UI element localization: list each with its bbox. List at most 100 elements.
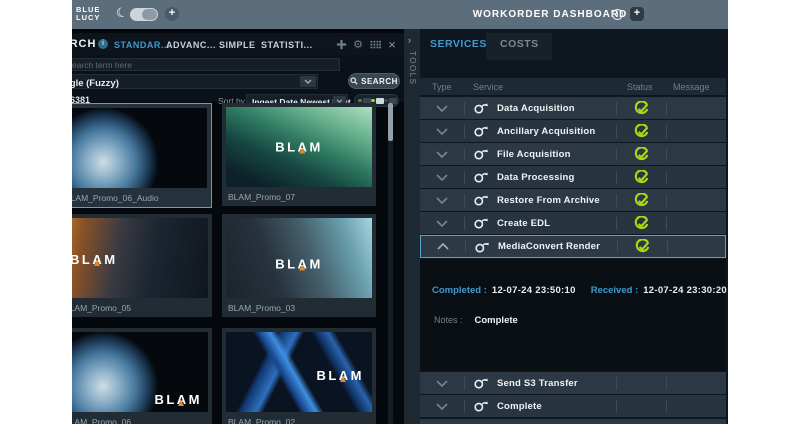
completed-label: Completed : [432, 285, 487, 296]
expand-chevron-icon[interactable] [420, 197, 464, 204]
expand-chevron-icon[interactable] [420, 105, 464, 112]
completed-timestamp: 12-07-24 23:50:10 [492, 285, 576, 296]
scrollbar-thumb[interactable] [388, 103, 393, 141]
column-type: Type [432, 82, 452, 92]
service-row[interactable]: File Acquisition [420, 143, 726, 165]
asset-label: BLAM_Promo_06_Audio [72, 193, 207, 203]
blue-lucy-logo: BLUE LUCY [76, 6, 100, 22]
service-row[interactable]: Ancillary Acquisition [420, 120, 726, 142]
asset-thumbnail-sunset: BLAM [72, 218, 208, 298]
expand-chevron-icon[interactable] [420, 380, 464, 387]
tab-services[interactable]: SERVICES [430, 38, 487, 50]
expand-chevron-icon[interactable] [420, 151, 464, 158]
blam-watermark: BLAM [72, 252, 118, 267]
blam-watermark: BLAM [275, 140, 323, 155]
workflow-icon [474, 241, 490, 253]
close-widget-icon[interactable]: × [386, 38, 398, 50]
service-detail-panel: Completed : 12-07-24 23:50:10 Received :… [420, 259, 726, 371]
service-row[interactable]: Complete [420, 395, 726, 417]
search-button-label: SEARCH [361, 77, 398, 86]
tools-strip: › TOOLS [404, 29, 420, 424]
info-icon[interactable]: i [612, 9, 623, 20]
service-name: Data Processing [497, 172, 574, 183]
results-scrollbar[interactable] [388, 103, 393, 424]
asset-tile[interactable]: BLAM BLAM_Promo_06 [72, 328, 212, 424]
theme-toggle-switch[interactable] [130, 8, 158, 21]
expand-chevron-icon[interactable] [420, 128, 464, 135]
asset-label: BLAM_Promo_03 [226, 303, 372, 313]
service-name: Send S3 Transfer [497, 378, 578, 389]
received-label: Received : [591, 285, 639, 296]
search-button[interactable]: SEARCH [348, 73, 400, 89]
moon-icon: ☾ [114, 4, 129, 22]
service-row[interactable]: Create EDL [420, 212, 726, 234]
tab-statistics[interactable]: STATISTI... [261, 40, 313, 50]
asset-thumbnail-earth: BLAM [72, 332, 208, 412]
search-input[interactable] [72, 58, 340, 71]
workflow-icon [473, 125, 489, 137]
asset-tile[interactable]: BLAM BLAM_Promo_02 [222, 328, 376, 424]
services-table-header: Type Service Status Message [420, 78, 726, 95]
expand-chevron-icon[interactable] [420, 220, 464, 227]
blam-watermark: BLAM [154, 392, 202, 407]
asset-tile[interactable]: BLAM BLAM_Promo_05 [72, 214, 212, 317]
search-widget-header: SEARCH i STANDAR... ADVANC... SIMPLE STA… [72, 33, 404, 55]
workflow-icon [473, 194, 489, 206]
asset-label: BLAM_Promo_02 [226, 417, 372, 424]
service-name: Ancillary Acquisition [497, 126, 595, 137]
asset-label: BLAM_Promo_07 [226, 192, 372, 202]
next-row-sliver [420, 419, 726, 424]
collapse-chevron-icon[interactable] [421, 243, 465, 250]
toggle-knob [142, 9, 157, 20]
tools-expand-chevron[interactable]: › [408, 35, 411, 45]
service-name: File Acquisition [497, 149, 571, 160]
asset-tile[interactable]: BLAM BLAM_Promo_03 [222, 214, 376, 317]
match-mode-select[interactable]: Single (Fuzzy) [72, 74, 318, 89]
status-success-icon [617, 101, 666, 116]
service-name: MediaConvert Render [498, 241, 600, 252]
asset-label: BLAM_Promo_05 [72, 303, 208, 313]
service-name: Create EDL [497, 218, 550, 229]
logo-line-2: LUCY [76, 14, 100, 22]
received-timestamp: 12-07-24 23:30:20 [643, 285, 727, 296]
blam-watermark: BLAM [275, 257, 323, 272]
asset-thumbnail-storm: BLAM [226, 218, 372, 298]
service-name: Data Acquisition [497, 103, 575, 114]
status-success-icon [617, 170, 666, 185]
asset-tile[interactable]: BLAM_Promo_06_Audio [72, 103, 212, 208]
asset-thumbnail-aurora: BLAM [226, 107, 372, 187]
add-widget-button[interactable]: + [165, 7, 179, 21]
workflow-icon [473, 377, 489, 389]
asset-thumbnail-ribbons: BLAM [226, 332, 372, 412]
notes-value: Complete [475, 315, 518, 326]
blam-application-window: BLUE LUCY ☾ + WORKORDER DASHBOARD i + SE… [72, 0, 728, 424]
service-row-expanded[interactable]: MediaConvert Render [420, 235, 726, 258]
status-success-icon [617, 124, 666, 139]
workorder-dashboard-title: WORKORDER DASHBOARD [440, 9, 660, 20]
workflow-icon [473, 102, 489, 114]
expand-chevron-icon[interactable] [420, 174, 464, 181]
move-widget-icon[interactable] [335, 38, 347, 50]
service-row[interactable]: Data Processing [420, 166, 726, 188]
service-row[interactable]: Data Acquisition [420, 97, 726, 119]
tab-costs[interactable]: COSTS [500, 38, 539, 50]
asset-tile[interactable]: BLAM BLAM_Promo_07 [222, 103, 376, 206]
search-widget-body: Single (Fuzzy) SEARCH Results: 6381 Sort… [72, 55, 404, 102]
status-success-icon [617, 147, 666, 162]
magnifier-icon [350, 77, 358, 85]
expand-chevron-icon[interactable] [420, 403, 464, 410]
status-success-icon [617, 193, 666, 208]
tab-simple[interactable]: SIMPLE [219, 40, 256, 50]
service-row[interactable]: Restore From Archive [420, 189, 726, 211]
chevron-down-icon[interactable] [300, 76, 316, 87]
tab-advanced[interactable]: ADVANC... [166, 40, 216, 50]
drag-grid-icon[interactable] [369, 38, 381, 50]
search-info-icon[interactable]: i [98, 39, 108, 49]
tab-standard[interactable]: STANDAR... [114, 40, 170, 50]
status-success-icon [618, 239, 667, 254]
blam-watermark: BLAM [316, 368, 364, 383]
service-row[interactable]: Send S3 Transfer [420, 372, 726, 394]
dashboard-add-button[interactable]: + [630, 7, 644, 21]
gear-icon[interactable]: ⚙ [352, 38, 364, 50]
column-service: Service [473, 82, 503, 92]
